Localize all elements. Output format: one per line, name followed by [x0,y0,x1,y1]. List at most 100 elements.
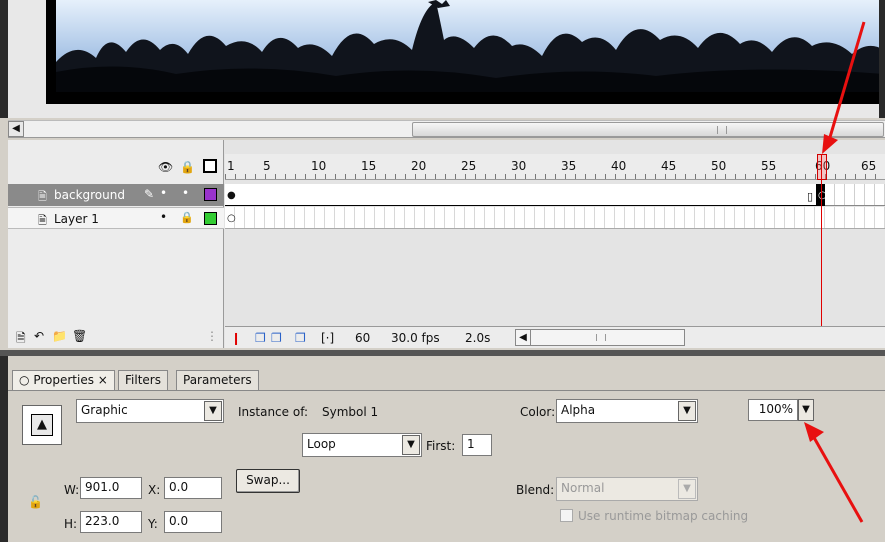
alpha-slider-chevron-down-icon[interactable]: ▼ [798,399,814,421]
graphic-symbol-icon: ▲ [31,414,53,436]
chevron-down-icon[interactable]: ▼ [678,401,696,421]
add-motion-guide-icon[interactable]: ↶ [34,329,44,343]
tab-label: Parameters [183,373,252,387]
color-effect-value: Alpha [561,403,596,417]
ruler-ticks [225,174,885,179]
lock-dot-icon[interactable]: • [182,186,189,200]
first-frame-field[interactable]: 1 [462,434,492,456]
chevron-down-icon[interactable]: ▼ [402,435,420,455]
elapsed-time: 2.0s [465,331,491,345]
scroll-left-arrow-icon[interactable]: ◀ [8,121,24,137]
timeline-horizontal-scrollbar[interactable]: ◀ [515,329,685,346]
ruler-number: 1 [227,159,235,173]
background-span-frames[interactable] [225,184,817,206]
visibility-dot-icon[interactable]: • [160,210,167,224]
frame-row-layer-1[interactable] [225,207,885,229]
visibility-dot-icon[interactable]: • [160,186,167,200]
scrollbar-grip-icon [717,126,727,134]
insert-layer-folder-icon[interactable]: 📁 [52,329,67,343]
empty-keyframe-icon[interactable]: ○ [227,213,236,224]
instance-of-value: Symbol 1 [322,405,379,419]
frame-ruler[interactable]: 1 5 10 15 20 25 30 35 40 45 50 55 60 65 [225,154,885,180]
timeline-status-bar: ❙ ❐ ❐ ❐ [·] 60 30.0 fps 2.0s ◀ [225,326,885,348]
frame-rate[interactable]: 30.0 fps [391,331,440,345]
blend-select[interactable]: Normal ▼ [556,477,698,501]
ruler-number: 5 [263,159,271,173]
onion-skin-outlines-icon[interactable]: ❐ [271,331,282,345]
lock-all-lock-icon[interactable]: 🔒 [180,160,195,174]
first-frame-label: First: [426,439,456,453]
layer-name[interactable]: background [54,188,125,202]
tab-filters[interactable]: Filters [118,370,168,390]
edit-multiple-frames-icon[interactable]: ❐ [295,331,306,345]
outline-color-swatch[interactable] [204,188,217,201]
loop-value: Loop [307,437,336,451]
tab-label: Filters [125,373,161,387]
stage-left-border [0,0,8,118]
stage-area[interactable] [0,0,885,118]
chevron-down-icon[interactable]: ▼ [678,479,696,499]
tab-parameters[interactable]: Parameters [176,370,259,390]
alpha-amount-field[interactable]: 100% [748,399,798,421]
layer-row-layer-1[interactable]: 🗎 Layer 1 • 🔒 [8,207,224,229]
scrollbar-grip-icon [596,334,606,341]
close-icon[interactable]: × [98,373,108,387]
timeline-panel: 👁 🔒 🗎 background ✎ • • 🗎 Layer 1 • 🔒 🗎 ↶… [8,140,885,348]
constrain-proportions-lock-icon[interactable]: 🔓 [28,495,43,509]
keyframe-dot-icon[interactable]: ● [227,190,236,201]
modify-onion-markers-icon[interactable]: [·] [321,331,334,345]
ruler-number: 55 [761,159,777,173]
symbol-behavior-value: Graphic [81,403,128,417]
height-field[interactable]: 223.0 [80,511,142,533]
annotation-arrow-to-alpha [804,422,864,523]
y-label: Y: [148,517,158,531]
layer-page-icon: 🗎 [38,214,47,227]
ruler-number: 65 [861,159,877,173]
insert-layer-icon[interactable]: 🗎 [16,329,26,350]
annotation-arrow-to-frame-50 [822,21,866,154]
tab-properties[interactable]: ○ Properties × [12,370,115,390]
x-field[interactable]: 0.0 [164,477,222,499]
layer-row-background[interactable]: 🗎 background ✎ • • [8,184,224,206]
tab-label: Properties [33,373,94,387]
y-field[interactable]: 0.0 [164,511,222,533]
scroll-left-arrow-icon[interactable]: ◀ [516,330,531,345]
ruler-number: 10 [311,159,327,173]
runtime-bitmap-caching-label: Use runtime bitmap caching [578,509,749,523]
flash-authoring-window: ◀ 👁 🔒 🗎 background ✎ • • 🗎 Layer 1 • 🔒 🗎… [0,0,885,542]
loop-select[interactable]: Loop ▼ [302,433,422,457]
runtime-bitmap-caching-checkbox[interactable] [560,509,573,522]
instance-of-label: Instance of: [238,405,309,419]
foliage-silhouette-graphic [56,0,884,92]
layer-page-icon: 🗎 [38,190,47,203]
scrollbar-thumb[interactable] [412,122,884,137]
ruler-number: 45 [661,159,677,173]
frames-area[interactable]: 1 5 10 15 20 25 30 35 40 45 50 55 60 65 … [225,140,885,348]
outline-all-square-icon[interactable] [203,159,217,173]
width-field[interactable]: 901.0 [80,477,142,499]
properties-body: ▲ Graphic ▼ Instance of: Symbol 1 Swap..… [8,390,885,542]
swap-button[interactable]: Swap... [236,469,300,493]
outline-color-swatch[interactable] [204,212,217,225]
properties-panel: ○ Properties × Filters Parameters ▲ Grap… [0,356,885,542]
show-hide-all-eye-icon[interactable]: 👁 [158,160,173,174]
layer-list: 👁 🔒 🗎 background ✎ • • 🗎 Layer 1 • 🔒 🗎 ↶… [8,140,224,348]
layer-name[interactable]: Layer 1 [54,212,99,226]
keyframe-dot-icon[interactable]: ○ [818,190,827,201]
chevron-down-icon[interactable]: ▼ [204,401,222,421]
resize-grip-icon[interactable]: ⋮ [206,329,218,343]
symbol-behavior-select[interactable]: Graphic ▼ [76,399,224,423]
stage-artwork-silhouette-foliage[interactable] [56,0,884,92]
end-frame-marker-icon[interactable]: ▯ [807,190,813,203]
delete-layer-trash-icon[interactable]: 🗑 [72,329,87,343]
current-frame: 60 [355,331,371,345]
ruler-number: 40 [611,159,627,173]
onion-skin-icon[interactable]: ❐ [255,331,266,345]
lock-icon[interactable]: 🔒 [180,211,194,224]
center-frame-icon[interactable]: ❙ [231,331,241,345]
stage-horizontal-scrollbar[interactable]: ◀ [8,120,885,138]
blend-value: Normal [561,481,605,495]
height-label: H: [64,517,78,531]
blend-label: Blend: [516,483,555,497]
color-effect-select[interactable]: Alpha ▼ [556,399,698,423]
